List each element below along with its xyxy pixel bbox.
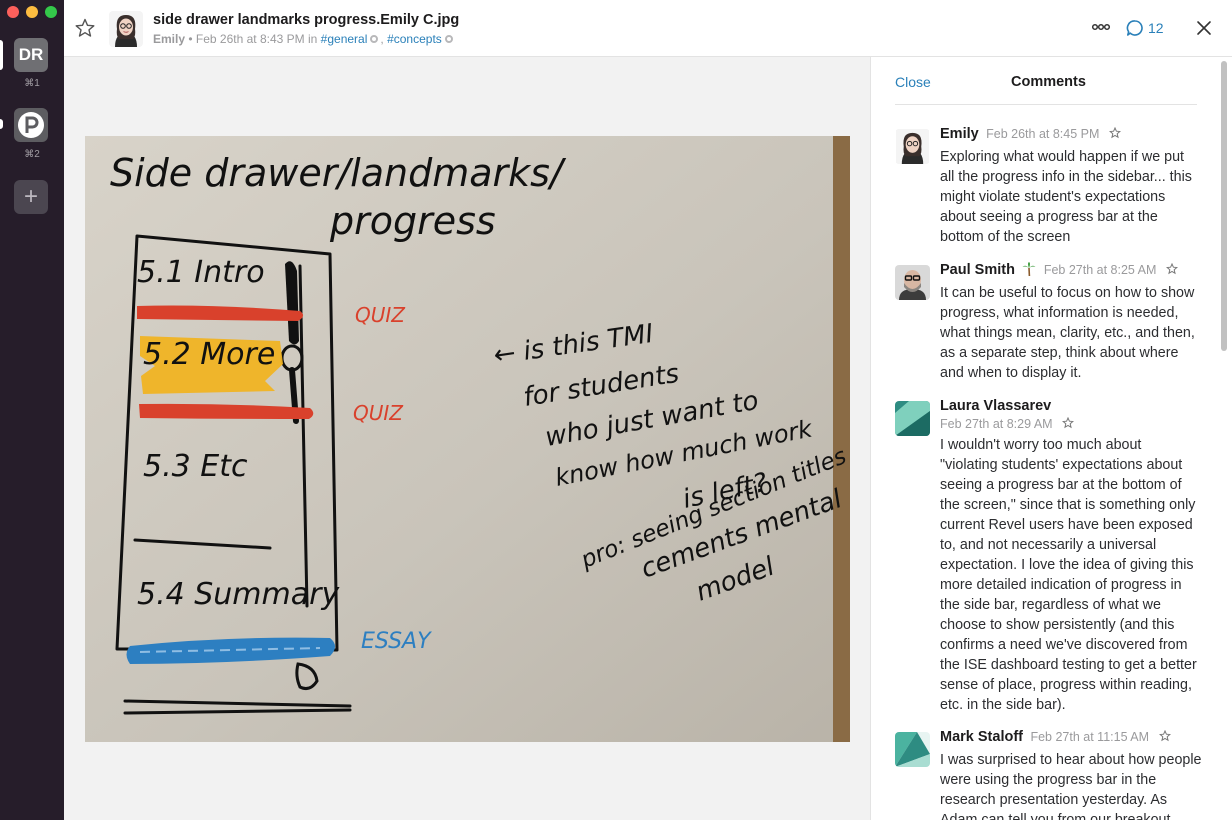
avatar[interactable] [895, 129, 930, 164]
channel-link-concepts[interactable]: #concepts [387, 32, 442, 46]
workspace-dr-initials: DR [18, 45, 44, 64]
file-title: side drawer landmarks progress.Emily C.j… [153, 12, 460, 28]
comment-timestamp[interactable]: Feb 27th at 11:15 AM [1030, 730, 1149, 744]
comments-scrollbar-thumb[interactable] [1221, 61, 1227, 351]
comment-text: It can be useful to focus on how to show… [940, 285, 1195, 381]
comment-text: I was surprised to hear about how people… [940, 752, 1202, 820]
workspace-p-button[interactable] [14, 108, 48, 142]
avatar[interactable] [895, 265, 930, 300]
workspace-dr-shortcut: ⌘1 [24, 78, 40, 89]
close-comments-link[interactable]: Close [895, 74, 931, 90]
workspace-rail: DR ⌘1 ⌘2 + [0, 0, 64, 820]
comment-text: I wouldn't worry too much about "violati… [940, 437, 1197, 713]
avatar[interactable] [895, 401, 930, 436]
shared-channel-icon [444, 34, 453, 43]
sketch-title-line1: Side drawer/landmarks/ [110, 151, 567, 195]
comment-timestamp-row: Feb 27th at 8:29 AM [940, 415, 1075, 433]
add-workspace-button[interactable]: + [14, 180, 48, 214]
comment-timestamp[interactable]: Feb 26th at 8:45 PM [986, 127, 1099, 141]
sketch-title-line2: progress [329, 199, 496, 243]
workspace-p-logo-icon [18, 112, 44, 138]
comment-author[interactable]: Emily [940, 126, 979, 142]
sketch-section-1: 5.1 Intro [137, 255, 265, 290]
window-close-button[interactable] [7, 6, 19, 18]
channel-separator: , [380, 32, 384, 46]
comment-timestamp[interactable]: Feb 27th at 8:25 AM [1044, 263, 1157, 277]
star-icon[interactable] [1158, 730, 1171, 742]
comment-author[interactable]: Mark Staloff [940, 729, 1023, 745]
comment-count: 12 [1148, 20, 1164, 36]
sketch-quiz-label-1: QUIZ [355, 303, 406, 327]
comment-author[interactable]: Laura Vlassarev [940, 398, 1051, 414]
file-timestamp[interactable]: Feb 26th at 8:43 PM [196, 32, 305, 46]
divider [895, 104, 1197, 105]
window-minimize-button[interactable] [26, 6, 38, 18]
plus-icon: + [23, 183, 38, 210]
file-meta: Emily • Feb 26th at 8:43 PM in #general,… [153, 32, 455, 46]
sketch-image: Side drawer/landmarks/ progress 5.1 Intr… [85, 136, 850, 742]
comment-item: Laura Vlassarev Feb 27th at 8:29 AM I wo… [895, 397, 1205, 717]
star-icon[interactable] [74, 17, 96, 39]
sketch-section-2: 5.2 More [143, 337, 275, 372]
comment-item: Mark Staloff Feb 27th at 11:15 AM I was … [895, 728, 1205, 820]
comments-panel-title: Comments [1011, 74, 1086, 90]
window-zoom-button[interactable] [45, 6, 57, 18]
comment-header: Laura Vlassarev [940, 397, 1205, 415]
comment-item: Paul Smith Feb 27th at 8:25 AM It can be… [895, 261, 1205, 391]
comment-timestamp[interactable]: Feb 27th at 8:29 AM [940, 417, 1053, 431]
star-icon[interactable] [1108, 127, 1121, 139]
comment-header: Paul Smith Feb 27th at 8:25 AM [940, 261, 1205, 279]
author-avatar[interactable] [109, 11, 143, 47]
star-icon[interactable] [1165, 263, 1178, 275]
comment-text: Exploring what would happen if we put al… [940, 149, 1192, 245]
active-workspace-indicator [0, 40, 3, 70]
palm-tree-icon [1022, 262, 1036, 277]
comment-item: Emily Feb 26th at 8:45 PM Exploring what… [895, 125, 1205, 255]
workspace-p-shortcut: ⌘2 [24, 149, 40, 160]
shared-channel-icon [370, 34, 379, 43]
file-header: side drawer landmarks progress.Emily C.j… [64, 0, 1232, 57]
comment-header: Emily Feb 26th at 8:45 PM [940, 125, 1205, 143]
sketch-section-3: 5.3 Etc [143, 449, 248, 484]
file-author-link[interactable]: Emily [153, 32, 185, 46]
meta-separator: • [188, 32, 193, 46]
close-icon[interactable] [1194, 18, 1214, 38]
comment-bubble-icon [1126, 20, 1143, 36]
comment-author[interactable]: Paul Smith [940, 262, 1015, 278]
star-icon[interactable] [1062, 417, 1075, 429]
comments-toggle-button[interactable]: 12 [1126, 18, 1164, 38]
sketch-essay-label: ESSAY [361, 629, 432, 654]
sketch-section-4: 5.4 Summary [137, 577, 340, 612]
workspace-dr-button[interactable]: DR [14, 38, 48, 72]
comment-header: Mark Staloff Feb 27th at 11:15 AM [940, 728, 1205, 746]
comments-panel: Close Comments Emily Feb 26th at 8:45 PM… [870, 57, 1232, 820]
avatar[interactable] [895, 732, 930, 767]
more-actions-icon[interactable] [1091, 17, 1111, 37]
meta-in-label: in [307, 32, 318, 46]
image-viewer: Side drawer/landmarks/ progress 5.1 Intr… [64, 57, 870, 820]
sketch-photo[interactable]: Side drawer/landmarks/ progress 5.1 Intr… [85, 136, 850, 742]
workspace-unread-indicator [0, 119, 3, 129]
sketch-quiz-label-2: QUIZ [353, 401, 404, 425]
channel-link-general[interactable]: #general [321, 32, 368, 46]
